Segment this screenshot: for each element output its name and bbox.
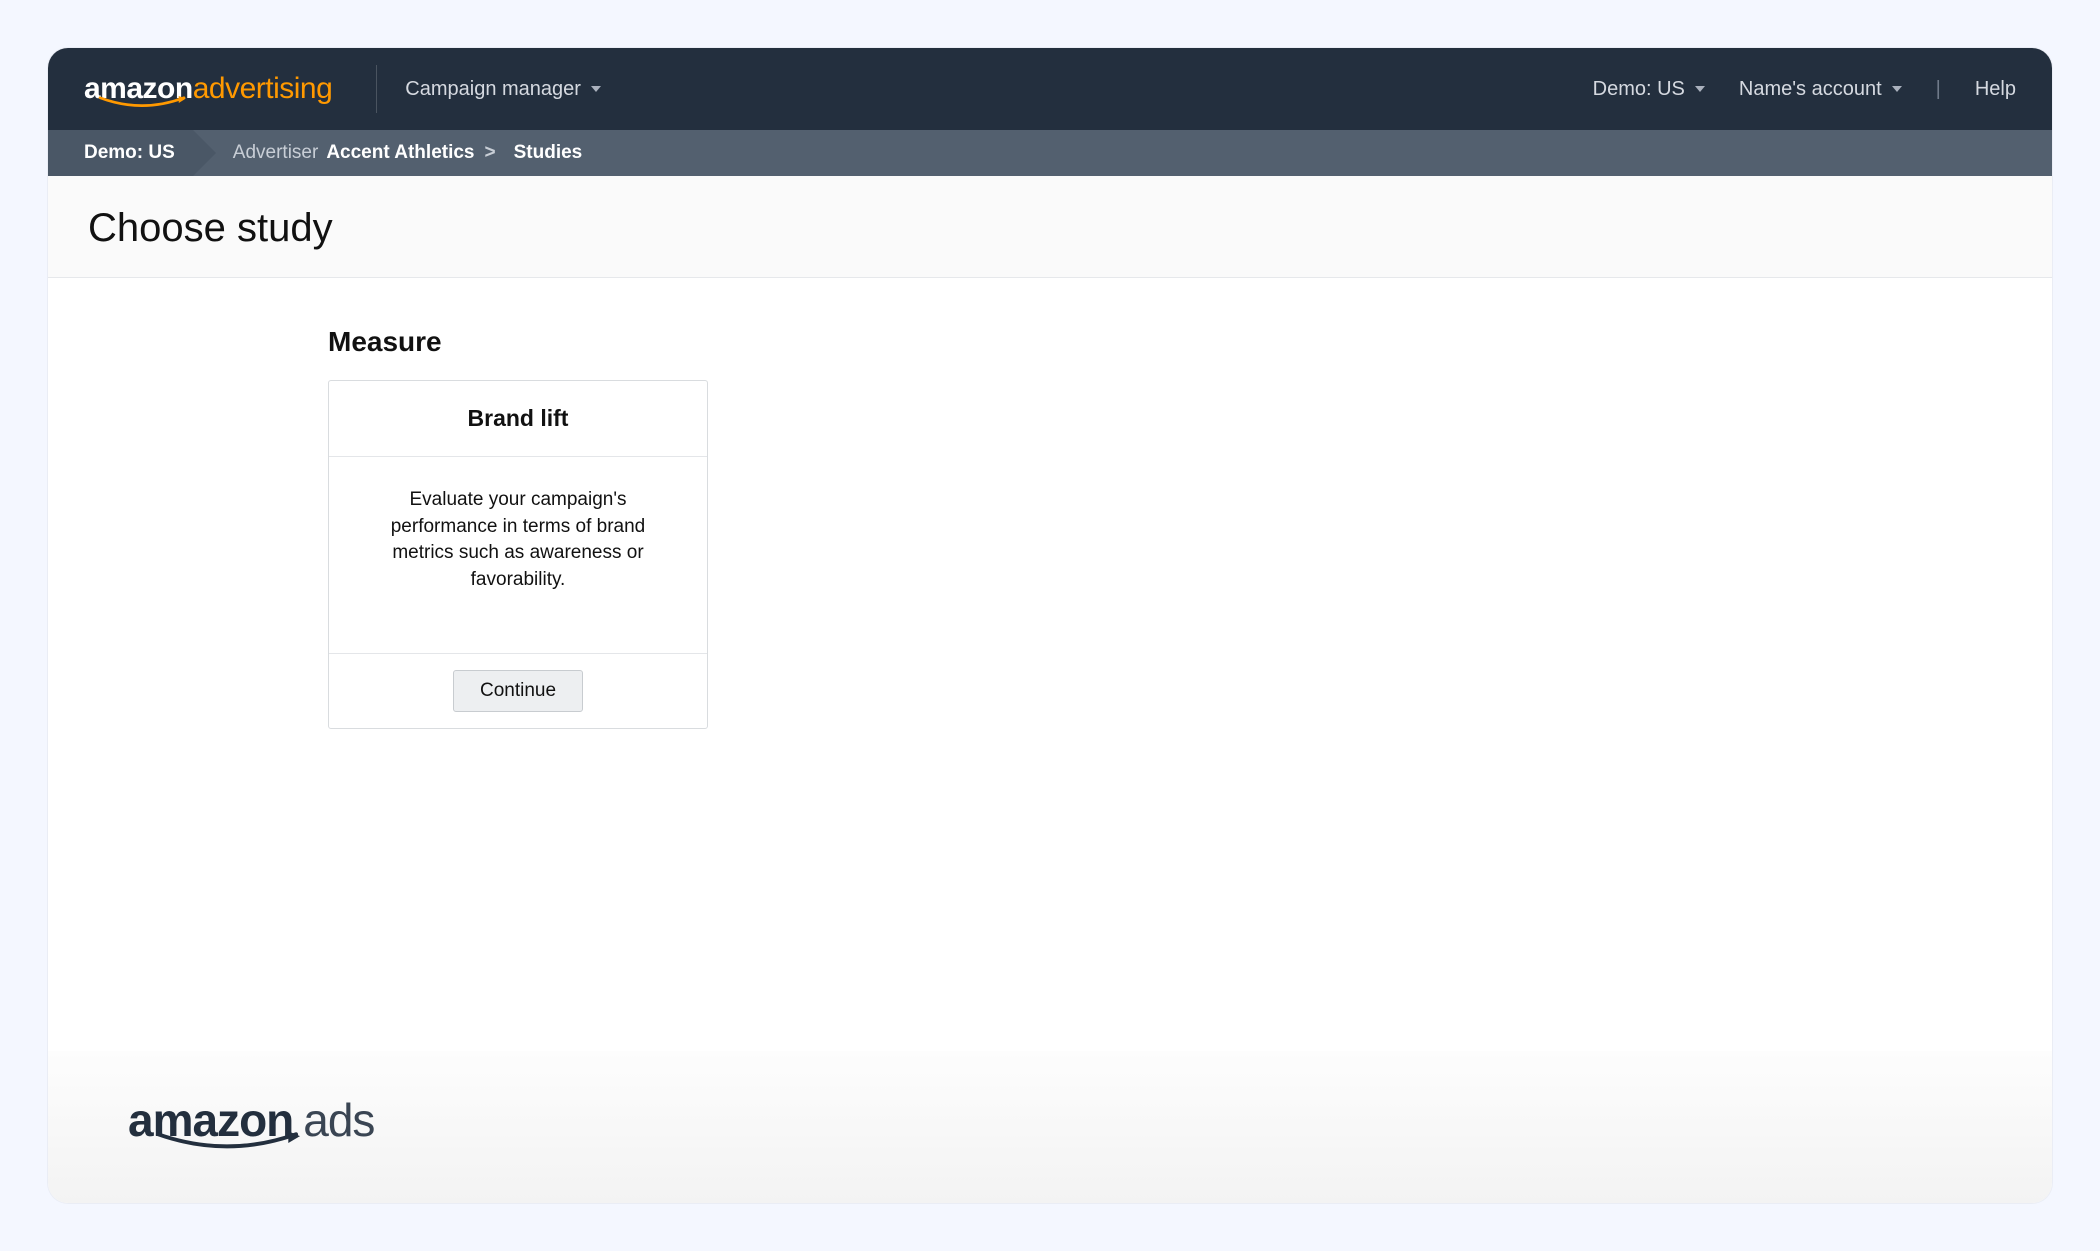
account-label: Name's account (1739, 78, 1882, 101)
breadcrumb-studies-label: Studies (514, 142, 583, 163)
account-dropdown[interactable]: Name's account (1739, 78, 1902, 101)
page-title: Choose study (88, 206, 2012, 251)
page-header: Choose study (48, 176, 2052, 278)
help-link[interactable]: Help (1975, 78, 2016, 101)
card-body: Evaluate your campaign's performance in … (329, 457, 707, 653)
card-footer: Continue (329, 653, 707, 728)
brand-lift-card: Brand lift Evaluate your campaign's perf… (328, 380, 708, 729)
campaign-manager-label: Campaign manager (405, 78, 581, 101)
help-label: Help (1975, 78, 2016, 101)
continue-button[interactable]: Continue (453, 670, 583, 712)
nav-right: Demo: US Name's account | Help (1593, 78, 2016, 101)
demo-region-dropdown[interactable]: Demo: US (1593, 78, 1705, 101)
main-content: Measure Brand lift Evaluate your campaig… (48, 278, 2052, 1051)
logo-secondary-text: advertising (193, 74, 333, 104)
card-title: Brand lift (345, 405, 691, 432)
chevron-right-icon: > (485, 142, 496, 164)
breadcrumb-studies-link[interactable]: Studies (514, 142, 583, 164)
card-header: Brand lift (329, 381, 707, 457)
breadcrumb-advertiser-name: Accent Athletics (326, 142, 474, 163)
caret-down-icon (591, 86, 601, 92)
caret-down-icon (1892, 86, 1902, 92)
footer: amazon ads (48, 1051, 2052, 1203)
amazon-smile-icon (98, 96, 186, 110)
caret-down-icon (1695, 86, 1705, 92)
demo-region-label: Demo: US (1593, 78, 1685, 101)
breadcrumb-advertiser-link[interactable]: Accent Athletics (326, 142, 474, 164)
top-nav: amazonadvertising Campaign manager Demo:… (48, 48, 2052, 130)
footer-logo-secondary: ads (303, 1097, 374, 1143)
card-description: Evaluate your campaign's performance in … (391, 489, 646, 590)
breadcrumb-demo-label: Demo: US (84, 142, 175, 164)
breadcrumb-advertiser-label: Advertiser (233, 142, 319, 164)
amazon-smile-icon (154, 1131, 300, 1153)
app-frame: amazonadvertising Campaign manager Demo:… (48, 48, 2052, 1203)
breadcrumb-demo[interactable]: Demo: US (48, 130, 193, 176)
nav-separator: | (1936, 78, 1941, 101)
brand-logo[interactable]: amazonadvertising (84, 74, 332, 104)
footer-logo[interactable]: amazon ads (128, 1097, 1972, 1143)
continue-label: Continue (480, 680, 556, 701)
campaign-manager-dropdown[interactable]: Campaign manager (405, 78, 601, 101)
breadcrumb-bar: Demo: US Advertiser Accent Athletics > S… (48, 130, 2052, 176)
nav-divider (376, 65, 377, 113)
section-title: Measure (328, 326, 2012, 358)
